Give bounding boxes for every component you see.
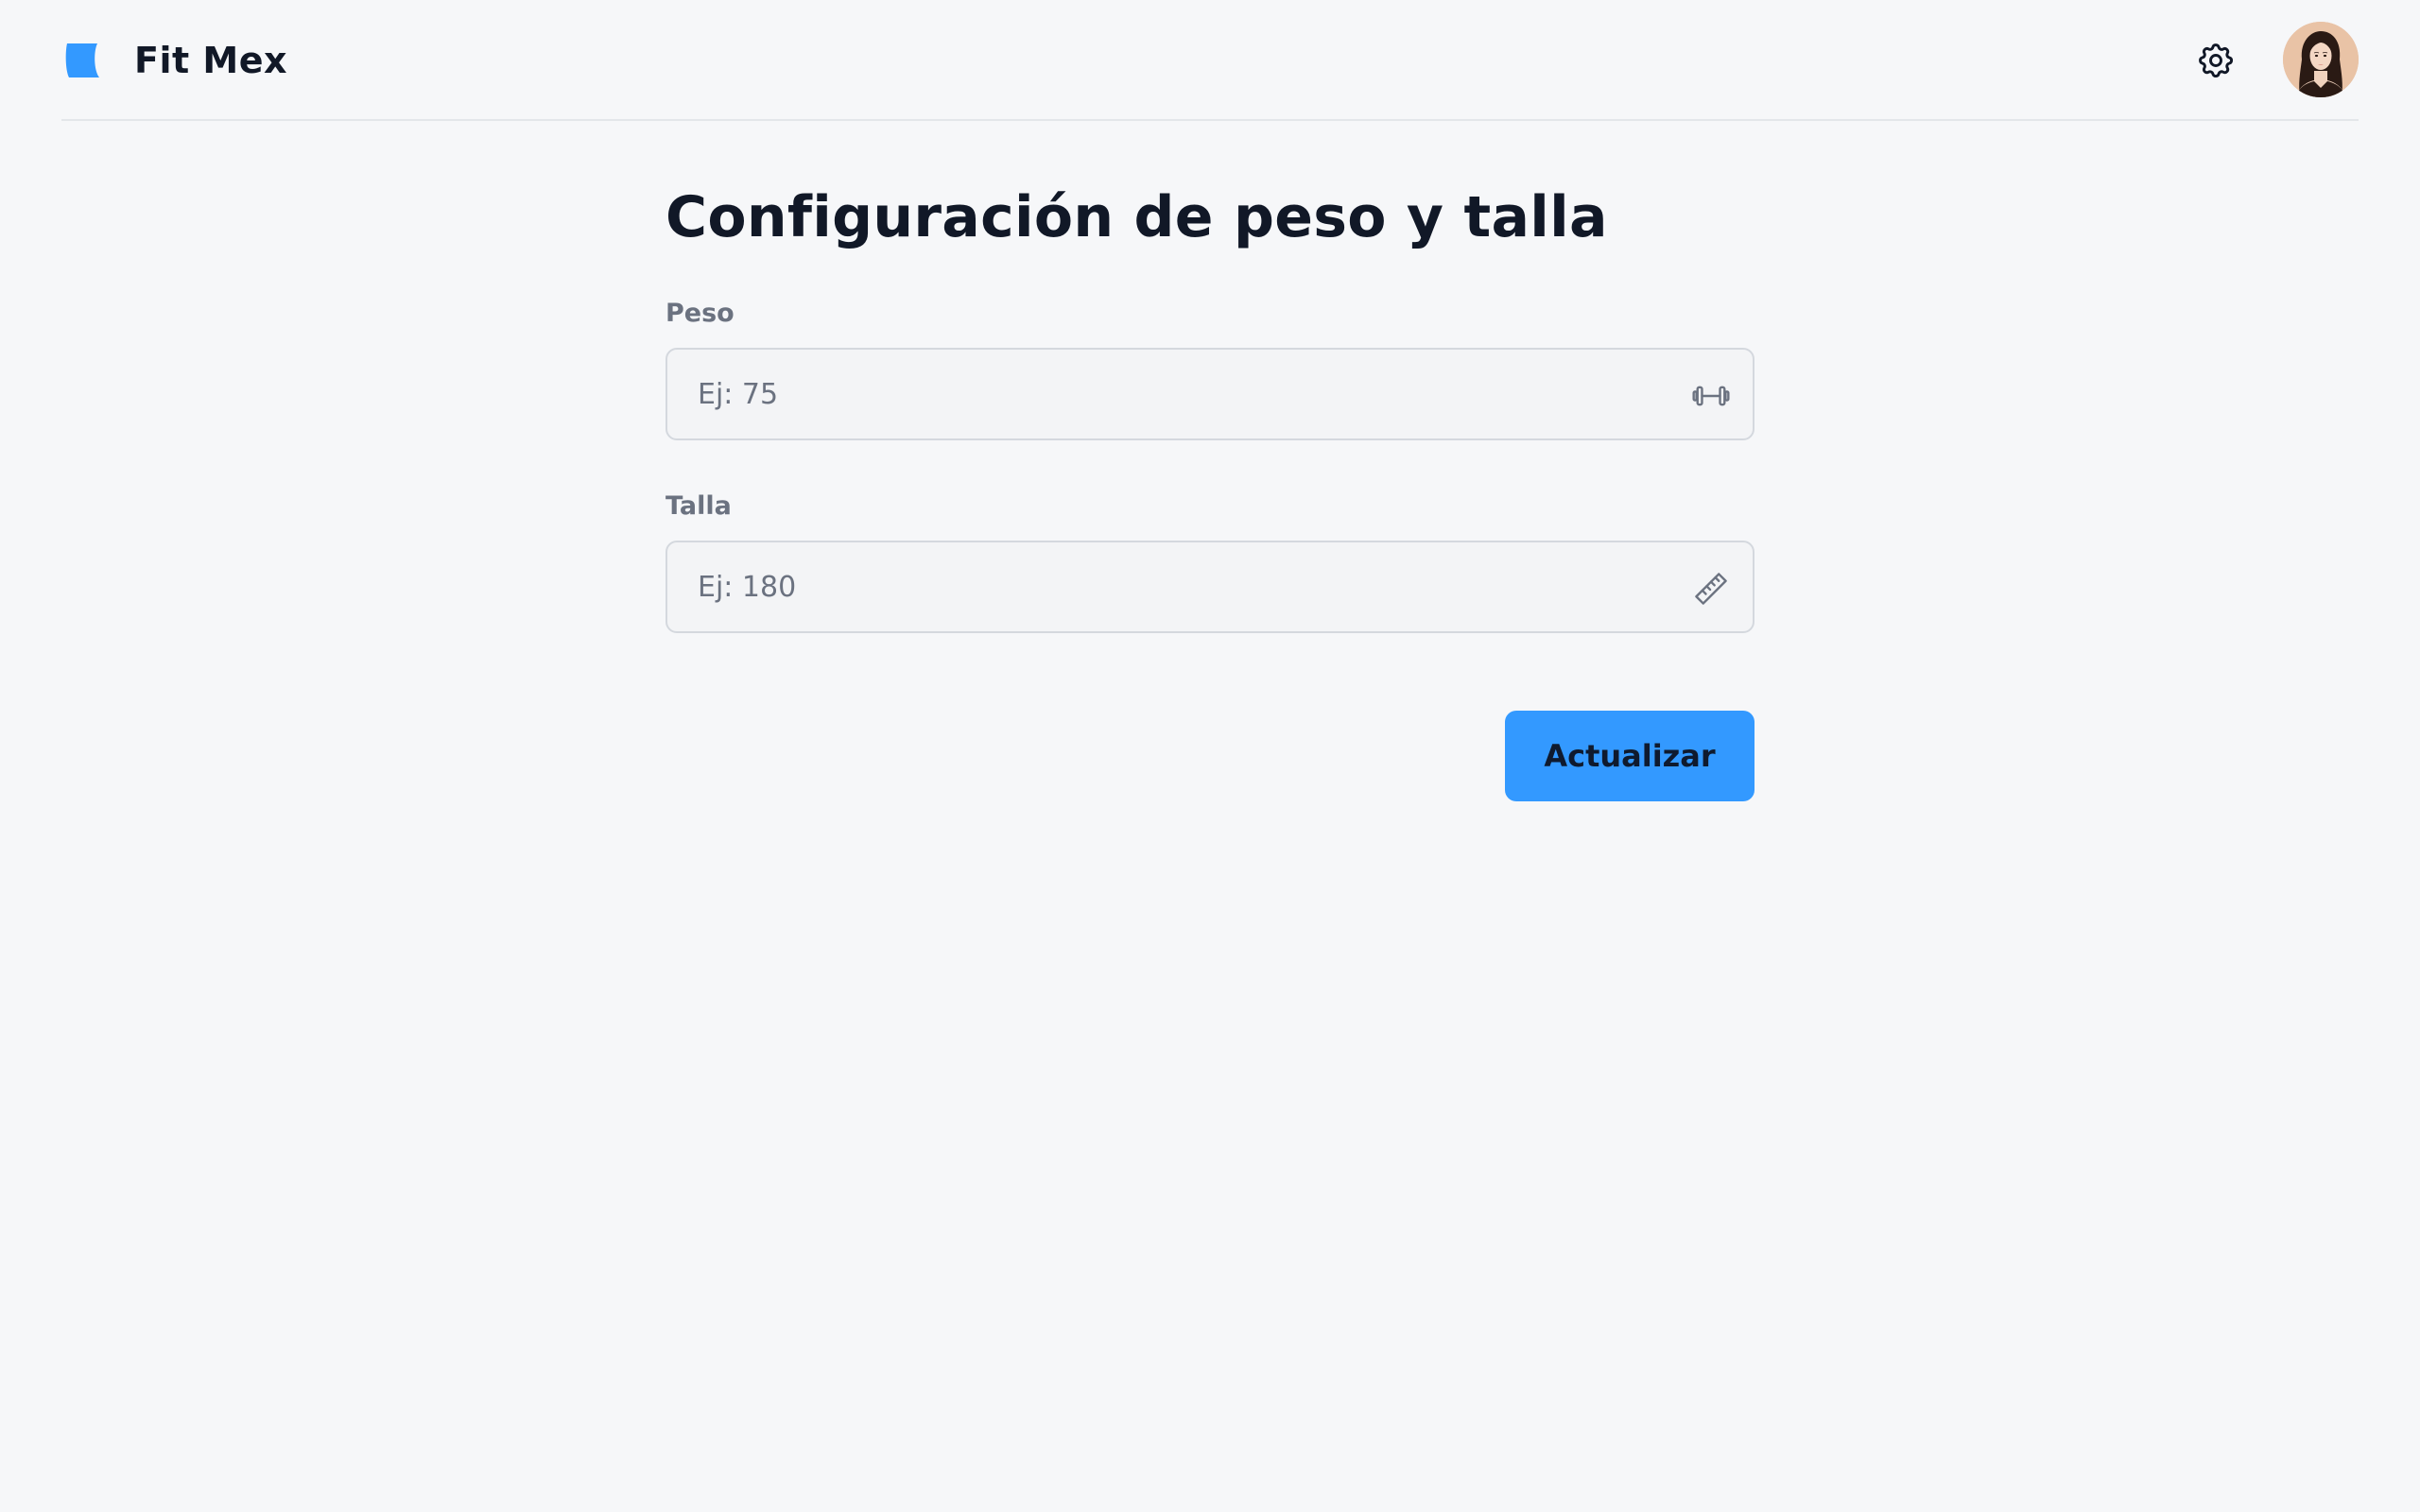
weight-height-settings: Configuración de peso y talla Peso Talla… <box>666 180 1754 801</box>
ruler-icon <box>1695 573 1727 605</box>
brand-logo-icon <box>65 43 99 77</box>
update-button[interactable]: Actualizar <box>1505 711 1754 801</box>
avatar-icon <box>2283 22 2359 97</box>
talla-input[interactable] <box>667 542 1753 631</box>
app-name: Fit Mex <box>134 40 287 81</box>
settings-button[interactable] <box>2191 36 2240 85</box>
brand[interactable]: Fit Mex <box>61 34 287 87</box>
peso-input[interactable] <box>667 350 1753 438</box>
talla-field[interactable] <box>666 541 1754 633</box>
talla-label: Talla <box>666 491 732 521</box>
peso-field[interactable] <box>666 348 1754 440</box>
top-bar: Fit Mex <box>61 0 2359 121</box>
gear-icon <box>2199 43 2234 78</box>
dumbbell-icon <box>1692 386 1730 406</box>
page-title: Configuración de peso y talla <box>666 184 1608 250</box>
peso-label: Peso <box>666 299 735 328</box>
user-avatar[interactable] <box>2283 22 2359 97</box>
